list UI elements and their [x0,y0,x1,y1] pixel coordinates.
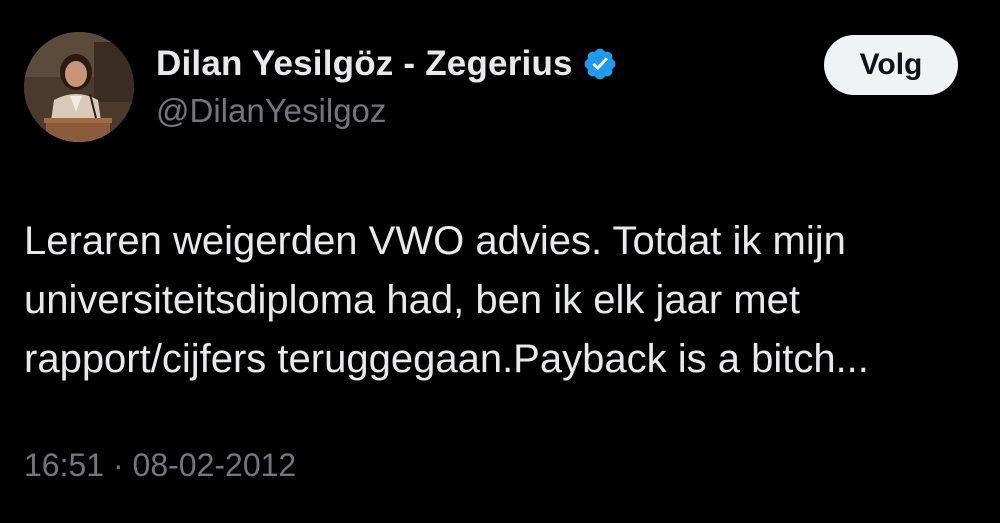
author-info: Dilan Yesilgöz - Zegerius @DilanYesilgoz [156,40,618,130]
display-name[interactable]: Dilan Yesilgöz - Zegerius [156,44,573,84]
handle[interactable]: @DilanYesilgoz [156,92,618,130]
tweet-date[interactable]: 08-02-2012 [133,447,297,483]
tweet-text: Leraren weigerden VWO advies. Totdat ik … [24,219,869,381]
meta-separator: · [104,447,133,483]
avatar[interactable] [24,32,134,142]
tweet-timestamp: 16:51 · 08-02-2012 [24,447,296,484]
verified-badge-icon [582,46,618,82]
tweet-time[interactable]: 16:51 [24,447,104,483]
name-row: Dilan Yesilgöz - Zegerius [156,40,618,88]
tweet-card: Dilan Yesilgöz - Zegerius @DilanYesilgoz… [0,0,1000,523]
avatar-photo [24,32,134,142]
follow-button[interactable]: Volg [824,35,958,95]
